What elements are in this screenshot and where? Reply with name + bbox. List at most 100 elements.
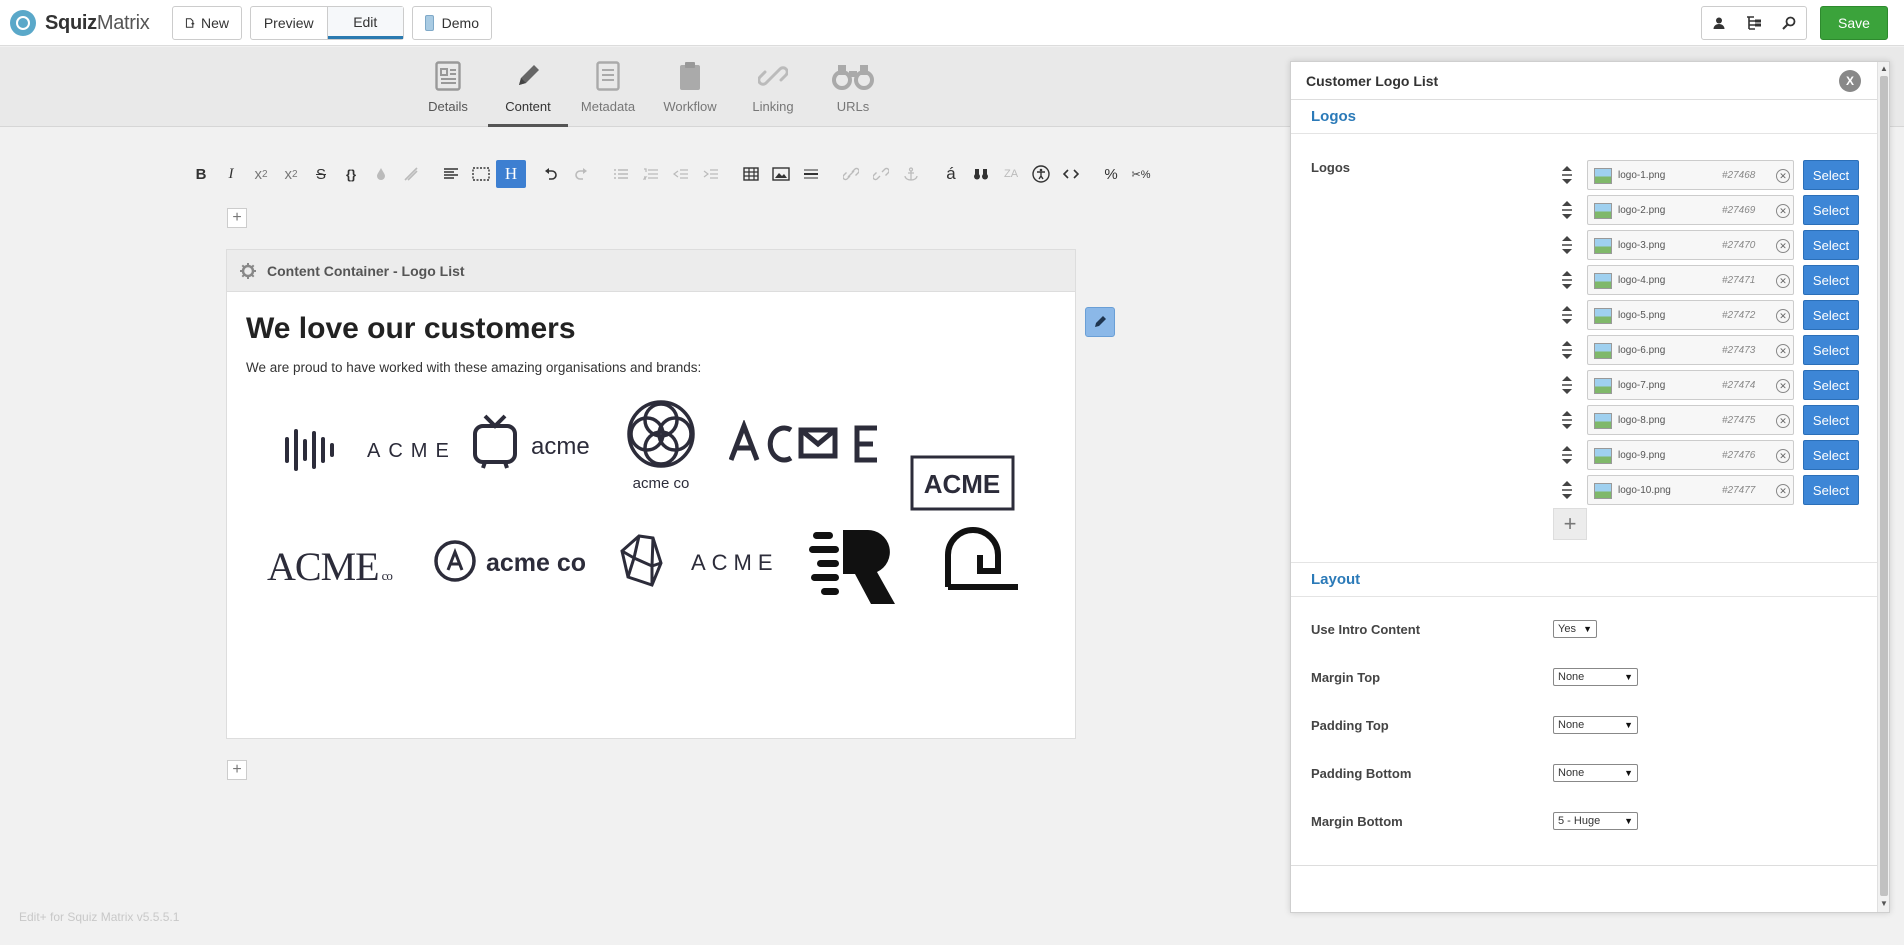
search-button[interactable] [1771,6,1807,40]
padding-top-select[interactable]: None ▼ [1553,716,1638,734]
add-container-button-bottom[interactable]: + [227,760,247,780]
redo-button[interactable] [566,160,596,188]
select-logo-button[interactable]: Select [1803,230,1859,260]
clear-icon[interactable]: ✕ [1776,344,1790,358]
clear-icon[interactable]: ✕ [1776,309,1790,323]
logo-file-field[interactable]: logo-8.png #27475 ✕ [1587,405,1794,435]
select-logo-button[interactable]: Select [1803,160,1859,190]
new-button[interactable]: New [172,6,242,40]
clear-icon[interactable]: ✕ [1776,449,1790,463]
logo-file-field[interactable]: logo-9.png #27476 ✕ [1587,440,1794,470]
clear-icon[interactable]: ✕ [1776,274,1790,288]
logo-file-field[interactable]: logo-6.png #27473 ✕ [1587,335,1794,365]
strikethrough-button[interactable]: S [306,160,336,188]
page-heading[interactable]: We love our customers [246,312,576,346]
bold-button[interactable]: B [186,160,216,188]
demo-button[interactable]: Demo [412,6,492,40]
drag-handle-icon[interactable] [1559,270,1575,290]
insert-link-button[interactable] [836,160,866,188]
div-button[interactable] [466,160,496,188]
drag-handle-icon[interactable] [1559,235,1575,255]
edit-button[interactable]: Edit [327,7,403,39]
accessibility-button[interactable] [1026,160,1056,188]
scroll-up-icon[interactable]: ▲ [1880,64,1888,73]
add-logo-button[interactable]: + [1553,508,1587,540]
clear-icon[interactable]: ✕ [1776,484,1790,498]
drag-handle-icon[interactable] [1559,305,1575,325]
tab-linking[interactable]: Linking [733,47,813,127]
color-button[interactable] [366,160,396,188]
container-header[interactable]: Content Container - Logo List [227,250,1075,292]
select-logo-button[interactable]: Select [1803,300,1859,330]
source-code-button[interactable] [1056,160,1086,188]
logo-file-field[interactable]: logo-2.png #27469 ✕ [1587,195,1794,225]
clear-icon[interactable]: ✕ [1776,169,1790,183]
align-button[interactable] [436,160,466,188]
tab-urls[interactable]: URLs [813,47,893,127]
drag-handle-icon[interactable] [1559,340,1575,360]
app-logo[interactable]: SquizMatrix [10,10,150,36]
clear-format-button[interactable] [396,160,426,188]
user-button[interactable] [1701,6,1737,40]
drag-handle-icon[interactable] [1559,375,1575,395]
tab-content[interactable]: Content [488,47,568,127]
bullet-list-button[interactable] [606,160,636,188]
tab-workflow[interactable]: Workflow [650,47,730,127]
panel-scrollbar[interactable]: ▲ ▼ [1877,62,1889,912]
add-container-button[interactable]: + [227,208,247,228]
keyword-button[interactable]: % [1096,160,1126,188]
layout-section-title[interactable]: Layout [1291,563,1877,597]
italic-button[interactable]: I [216,160,246,188]
preview-button[interactable]: Preview [251,7,328,39]
scroll-down-icon[interactable]: ▼ [1880,899,1888,908]
logo-file-field[interactable]: logo-3.png #27470 ✕ [1587,230,1794,260]
close-panel-button[interactable]: X [1839,70,1861,92]
logos-section-title[interactable]: Logos [1291,100,1877,134]
heading-button[interactable]: H [496,160,526,188]
clear-icon[interactable]: ✕ [1776,414,1790,428]
outdent-button[interactable] [666,160,696,188]
remove-keyword-button[interactable]: ✂% [1126,160,1156,188]
select-logo-button[interactable]: Select [1803,370,1859,400]
code-inline-button[interactable]: {} [336,160,366,188]
logo-file-field[interactable]: logo-7.png #27474 ✕ [1587,370,1794,400]
logo-file-field[interactable]: logo-5.png #27472 ✕ [1587,300,1794,330]
asset-tree-button[interactable] [1736,6,1772,40]
edit-container-button[interactable] [1085,307,1115,337]
drag-handle-icon[interactable] [1559,480,1575,500]
numbered-list-button[interactable] [636,160,666,188]
intro-text[interactable]: We are proud to have worked with these a… [246,360,701,375]
indent-button[interactable] [696,160,726,188]
table-button[interactable] [736,160,766,188]
superscript-button[interactable]: x2 [276,160,306,188]
save-button[interactable]: Save [1820,6,1888,40]
select-logo-button[interactable]: Select [1803,475,1859,505]
special-char-button[interactable]: á [936,160,966,188]
logo-file-field[interactable]: logo-4.png #27471 ✕ [1587,265,1794,295]
drag-handle-icon[interactable] [1559,410,1575,430]
padding-bottom-select[interactable]: None ▼ [1553,764,1638,782]
select-logo-button[interactable]: Select [1803,335,1859,365]
clear-icon[interactable]: ✕ [1776,379,1790,393]
image-button[interactable] [766,160,796,188]
unlink-button[interactable] [866,160,896,188]
select-logo-button[interactable]: Select [1803,265,1859,295]
undo-button[interactable] [536,160,566,188]
drag-handle-icon[interactable] [1559,165,1575,185]
select-logo-button[interactable]: Select [1803,440,1859,470]
use-intro-content-select[interactable]: Yes ▼ [1553,620,1597,638]
drag-handle-icon[interactable] [1559,200,1575,220]
scrollbar-thumb[interactable] [1880,76,1888,896]
drag-handle-icon[interactable] [1559,445,1575,465]
find-replace-button[interactable] [966,160,996,188]
clear-icon[interactable]: ✕ [1776,204,1790,218]
tab-metadata[interactable]: Metadata [568,47,648,127]
margin-top-select[interactable]: None ▼ [1553,668,1638,686]
clear-icon[interactable]: ✕ [1776,239,1790,253]
logo-file-field[interactable]: logo-10.png #27477 ✕ [1587,475,1794,505]
margin-bottom-select[interactable]: 5 - Huge ▼ [1553,812,1638,830]
logo-file-field[interactable]: logo-1.png #27468 ✕ [1587,160,1794,190]
spellcheck-button[interactable]: ZA [996,160,1026,188]
select-logo-button[interactable]: Select [1803,195,1859,225]
select-logo-button[interactable]: Select [1803,405,1859,435]
